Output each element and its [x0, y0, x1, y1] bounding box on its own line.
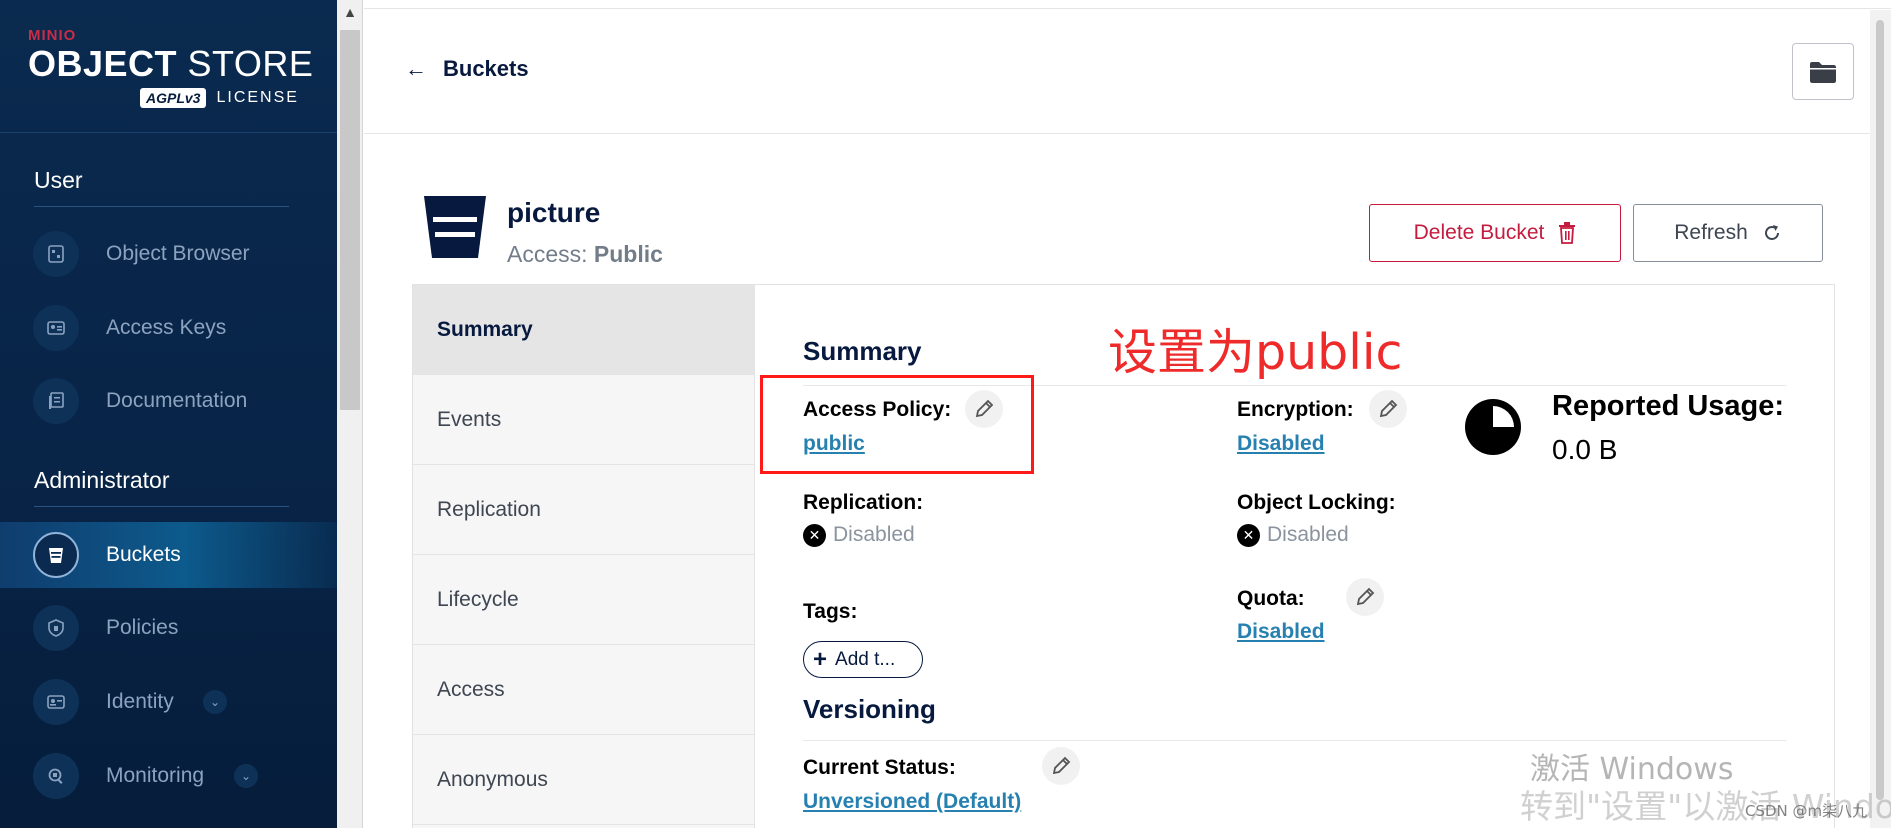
section-divider-user [34, 206, 289, 207]
csdn-watermark: CSDN @m柒八九 [1745, 802, 1868, 820]
scroll-up-arrow-icon[interactable]: ▲ [337, 0, 363, 24]
sidebar-scrollbar[interactable]: ▲ [337, 0, 363, 828]
replication-status: ✕ Disabled [803, 523, 915, 547]
tab-events[interactable]: Events [413, 375, 755, 465]
top-border [364, 0, 1891, 9]
folder-icon [1810, 61, 1836, 83]
section-divider-administrator [34, 506, 289, 507]
bucket-icon [424, 196, 486, 258]
tab-summary[interactable]: Summary [413, 285, 755, 375]
section-title-administrator: Administrator [34, 467, 170, 493]
sidebar-item-buckets[interactable]: Buckets [0, 522, 337, 588]
sidebar-item-label: Identity [106, 690, 174, 713]
refresh-button[interactable]: Refresh [1633, 204, 1823, 262]
edit-encryption-icon[interactable] [1369, 390, 1407, 428]
header-divider [364, 133, 1870, 134]
object-browser-button[interactable] [1792, 43, 1854, 100]
add-tag-button[interactable]: + Add t... [803, 641, 923, 678]
summary-title: Summary [803, 336, 922, 366]
sidebar-item-access-keys[interactable]: Access Keys [0, 295, 337, 361]
tab-anonymous[interactable]: Anonymous [413, 735, 755, 825]
back-label: Buckets [443, 56, 529, 81]
sidebar-item-label: Buckets [106, 543, 181, 566]
object-locking-value: Disabled [1267, 523, 1349, 546]
brand-divider [0, 132, 337, 133]
tags-label: Tags: [803, 600, 858, 623]
brand-minio: MINIO [28, 27, 77, 44]
reported-usage-value: 0.0 B [1552, 434, 1618, 465]
x-circle-icon: ✕ [1237, 523, 1260, 547]
minio-logo[interactable]: MINIO OBJECT STORE AGPLv3 LICENSE [28, 27, 314, 108]
brand-product: OBJECT STORE [28, 43, 314, 84]
object-browser-icon [33, 231, 79, 277]
section-title-user: User [34, 167, 83, 193]
refresh-icon [1764, 225, 1779, 240]
trash-icon [1559, 222, 1576, 244]
scrollbar-thumb[interactable] [340, 30, 360, 410]
object-locking-status: ✕ Disabled [1237, 523, 1349, 547]
quota-label: Quota: [1237, 587, 1305, 610]
sidebar-item-identity[interactable]: Identity ⌄ [0, 669, 337, 735]
bucket-icon [33, 532, 79, 578]
edit-access-policy-icon[interactable] [965, 390, 1003, 428]
access-policy-value[interactable]: public [803, 432, 865, 456]
replication-label: Replication: [803, 491, 924, 514]
usage-pie-icon [1465, 399, 1521, 455]
versioning-title: Versioning [803, 694, 936, 724]
add-tag-label: Add t... [835, 648, 896, 670]
annotation-text: 设置为public [1108, 324, 1403, 381]
object-locking-label: Object Locking: [1237, 491, 1396, 514]
back-to-buckets-link[interactable]: ← Buckets [405, 56, 529, 82]
sidebar-item-label: Policies [106, 616, 179, 639]
tab-lifecycle[interactable]: Lifecycle [413, 555, 755, 645]
tab-access[interactable]: Access [413, 645, 755, 735]
replication-value: Disabled [833, 523, 915, 546]
bucket-tabs: Summary Events Replication Lifecycle Acc… [413, 285, 755, 828]
sidebar-item-label: Documentation [106, 389, 248, 412]
access-policy-label: Access Policy: [803, 398, 952, 421]
chevron-down-icon[interactable]: ⌄ [234, 764, 258, 788]
sidebar-item-label: Access Keys [106, 316, 227, 339]
documentation-icon [33, 378, 79, 424]
access-keys-icon [33, 305, 79, 351]
x-circle-icon: ✕ [803, 523, 826, 547]
identity-icon [33, 679, 79, 725]
versioning-status-value[interactable]: Unversioned (Default) [803, 790, 1021, 814]
bucket-name: picture [507, 197, 601, 228]
sidebar-item-documentation[interactable]: Documentation [0, 368, 337, 434]
sidebar-item-object-browser[interactable]: Object Browser [0, 221, 337, 287]
plus-icon: + [813, 645, 828, 673]
main-scrollbar-thumb[interactable] [1876, 20, 1884, 800]
agpl-badge: AGPLv3 [140, 88, 207, 108]
arrow-left-icon: ← [405, 56, 427, 81]
versioning-divider [803, 740, 1786, 741]
edit-quota-icon[interactable] [1346, 578, 1384, 616]
reported-usage-label: Reported Usage: [1552, 390, 1785, 422]
license-row: AGPLv3 LICENSE [140, 88, 299, 108]
bucket-access: Access: Public [507, 241, 663, 267]
encryption-label: Encryption: [1237, 398, 1354, 421]
monitoring-icon [33, 753, 79, 799]
edit-versioning-icon[interactable] [1042, 747, 1080, 785]
sidebar-item-label: Object Browser [106, 242, 250, 265]
delete-bucket-button[interactable]: Delete Bucket [1369, 204, 1621, 262]
sidebar-item-monitoring[interactable]: Monitoring ⌄ [0, 743, 337, 809]
sidebar-item-label: Monitoring [106, 764, 205, 787]
refresh-label: Refresh [1674, 221, 1748, 244]
current-status-label: Current Status: [803, 756, 956, 779]
delete-bucket-label: Delete Bucket [1413, 221, 1545, 244]
chevron-down-icon[interactable]: ⌄ [203, 690, 227, 714]
sidebar-item-policies[interactable]: Policies [0, 595, 337, 661]
tab-replication[interactable]: Replication [413, 465, 755, 555]
quota-value[interactable]: Disabled [1237, 620, 1325, 644]
sidebar: MINIO OBJECT STORE AGPLv3 LICENSE User O… [0, 0, 337, 828]
license-label: LICENSE [216, 89, 299, 106]
shield-icon [33, 605, 79, 651]
encryption-value[interactable]: Disabled [1237, 432, 1325, 456]
